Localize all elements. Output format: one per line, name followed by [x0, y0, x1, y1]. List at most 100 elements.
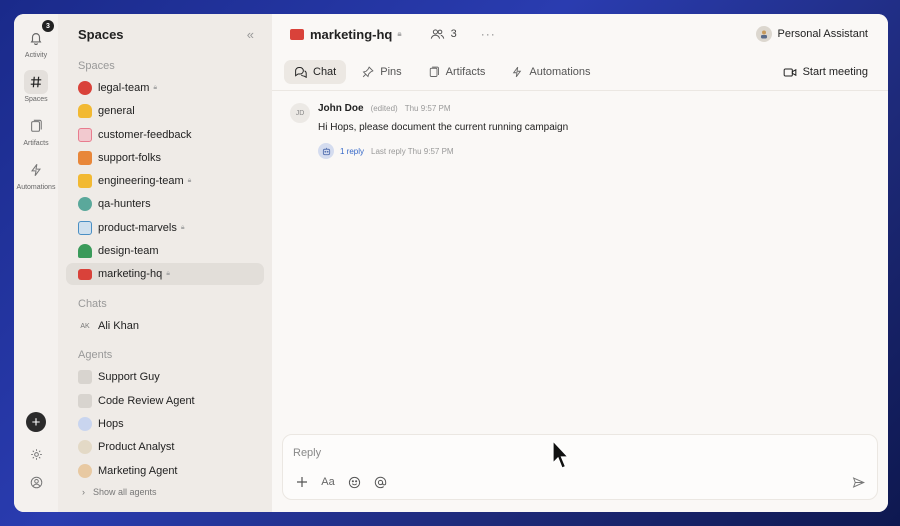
plus-icon[interactable] — [293, 473, 311, 491]
chat-bubbles-icon — [295, 67, 307, 78]
lock-icon: 🔒︎ — [166, 270, 170, 278]
profile-icon[interactable] — [26, 472, 46, 492]
space-label: engineering-team — [98, 175, 184, 188]
edited-label: (edited) — [370, 104, 398, 113]
agent-avatar-icon — [78, 393, 92, 408]
lock-icon: 🔒︎ — [187, 177, 192, 185]
sidebar-item-customer-feedback[interactable]: customer-feedback — [66, 124, 264, 146]
sidebar: Spaces « Spaces legal-team 🔒︎ general cus… — [58, 14, 272, 512]
personal-assistant-button[interactable]: Personal Assistant — [755, 26, 868, 42]
space-icon — [78, 244, 92, 259]
sidebar-item-legal-team[interactable]: legal-team 🔒︎ — [66, 77, 264, 99]
lightning-icon — [24, 158, 48, 182]
composer-toolbar: Aa — [293, 473, 397, 491]
emoji-icon[interactable] — [345, 473, 363, 491]
space-icon — [78, 104, 92, 119]
rail-label: Automations — [16, 184, 56, 191]
sidebar-item-general[interactable]: general — [66, 100, 264, 122]
space-icon — [78, 220, 92, 235]
agent-label: Support Guy — [98, 371, 160, 384]
agent-label: Hops — [98, 417, 124, 430]
lock-icon: 🔒︎ — [180, 223, 185, 231]
rail-label: Artifacts — [23, 140, 49, 147]
spaces-section-label: Spaces — [78, 60, 115, 72]
message-author[interactable]: John Doe — [318, 103, 364, 114]
rail-activity[interactable]: 3 Activity — [24, 20, 54, 59]
lightning-icon — [513, 66, 522, 78]
space-label: design-team — [98, 245, 159, 258]
tab-chat[interactable]: Chat — [284, 60, 347, 84]
message: JD John Doe (edited) Thu 9:57 PM Hi Hops… — [272, 91, 888, 159]
rail-automations[interactable]: Automations — [16, 158, 56, 191]
sidebar-item-support-guy[interactable]: Support Guy — [66, 366, 264, 388]
tab-bar: Chat Pins Artifacts Automations Start me… — [272, 54, 888, 90]
mention-icon[interactable] — [371, 473, 389, 491]
members-button[interactable]: 3 — [430, 28, 457, 40]
tab-label: Automations — [529, 66, 591, 78]
members-icon — [430, 29, 444, 39]
hash-icon — [24, 70, 48, 94]
show-all-agents-link[interactable]: › Show all agents — [66, 483, 264, 501]
show-all-label: Show all agents — [93, 486, 157, 497]
space-icon — [78, 127, 92, 142]
reply-count-link[interactable]: 1 reply — [340, 147, 364, 156]
sidebar-item-design-team[interactable]: design-team — [66, 240, 264, 262]
agent-label: Code Review Agent — [98, 394, 195, 407]
collapse-sidebar-icon[interactable]: « — [247, 27, 254, 42]
sidebar-item-engineering-team[interactable]: engineering-team 🔒︎ — [66, 170, 264, 192]
reply-input[interactable] — [293, 445, 693, 461]
avatar[interactable]: JD — [290, 103, 310, 123]
gear-icon[interactable] — [26, 444, 46, 464]
space-label: qa-hunters — [98, 198, 151, 211]
space-icon — [78, 150, 92, 165]
start-meeting-label: Start meeting — [802, 66, 868, 78]
space-icon — [78, 197, 92, 212]
tab-pins[interactable]: Pins — [352, 60, 411, 84]
sidebar-item-qa-hunters[interactable]: qa-hunters — [66, 193, 264, 215]
message-timestamp: Thu 9:57 PM — [404, 104, 451, 113]
sidebar-item-marketing-hq[interactable]: marketing-hq 🔒︎ — [66, 263, 264, 286]
tab-artifacts[interactable]: Artifacts — [418, 60, 496, 84]
rail-label: Activity — [24, 52, 48, 59]
sidebar-item-product-analyst[interactable]: Product Analyst — [66, 436, 264, 458]
message-header: John Doe (edited) Thu 9:57 PM — [318, 103, 568, 114]
tab-automations[interactable]: Automations — [501, 60, 600, 84]
pin-icon — [362, 66, 374, 78]
add-button[interactable]: + — [26, 412, 46, 432]
rail-bottom: + — [14, 412, 58, 500]
rail-spaces[interactable]: Spaces — [24, 70, 48, 103]
space-label: marketing-hq — [98, 268, 163, 281]
activity-badge: 3 — [42, 20, 54, 32]
assistant-avatar — [755, 26, 772, 42]
chevron-right-icon: › — [82, 486, 85, 497]
members-count: 3 — [450, 28, 457, 40]
send-icon[interactable] — [849, 473, 867, 491]
main-panel: marketing-hq 🔒︎ 3 ··· Personal Assistant… — [272, 14, 888, 512]
reply-avatar — [318, 143, 334, 159]
sidebar-item-support-folks[interactable]: support-folks — [66, 147, 264, 169]
chat-label: Ali Khan — [98, 320, 139, 333]
sidebar-item-ali-khan[interactable]: AK Ali Khan — [66, 315, 264, 337]
channel-title[interactable]: marketing-hq — [310, 27, 392, 42]
app-window: 3 Activity Spaces Artifacts Automations … — [14, 14, 888, 512]
more-options-icon[interactable]: ··· — [481, 27, 496, 41]
space-label: legal-team — [98, 82, 150, 94]
sidebar-item-hops[interactable]: Hops — [66, 413, 264, 435]
sidebar-item-product-marvels[interactable]: product-marvels 🔒︎ — [66, 217, 264, 239]
rail-artifacts[interactable]: Artifacts — [23, 114, 49, 147]
sidebar-item-code-review-agent[interactable]: Code Review Agent — [66, 390, 264, 412]
agent-label: Product Analyst — [98, 441, 175, 454]
video-camera-icon — [783, 67, 796, 77]
last-reply-time: Last reply Thu 9:57 PM — [371, 146, 454, 156]
lock-icon: 🔒︎ — [397, 29, 402, 38]
message-body: John Doe (edited) Thu 9:57 PM Hi Hops, p… — [318, 103, 568, 159]
format-text-icon[interactable]: Aa — [319, 473, 337, 491]
channel-icon — [290, 28, 304, 40]
space-label: customer-feedback — [98, 128, 192, 141]
chat-initials: AK — [80, 322, 90, 330]
reply-composer: Aa — [282, 434, 878, 500]
start-meeting-button[interactable]: Start meeting — [783, 66, 868, 78]
thread-summary[interactable]: 1 reply Last reply Thu 9:57 PM — [318, 143, 568, 159]
sidebar-item-marketing-agent[interactable]: Marketing Agent — [66, 460, 264, 482]
space-icon — [78, 174, 92, 189]
